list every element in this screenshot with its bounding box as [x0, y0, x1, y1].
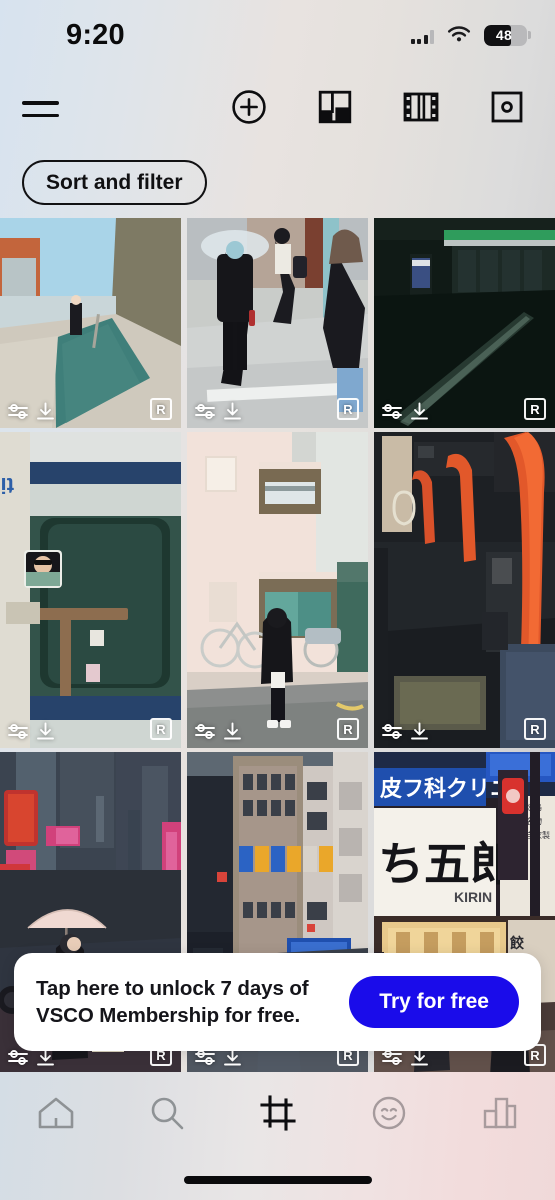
svg-text:ち五郎: ち五郎: [378, 839, 516, 890]
download-icon[interactable]: [36, 722, 55, 741]
svg-text:餃: 餃: [510, 935, 525, 951]
status-bar: 9:20 48: [0, 0, 555, 64]
grid-item[interactable]: R: [374, 218, 555, 428]
battery-percentage: 48: [495, 27, 513, 43]
raw-badge: R: [524, 718, 546, 740]
wifi-icon: [447, 26, 471, 44]
thumbnail-actions: [195, 402, 242, 421]
edit-sliders-icon[interactable]: [382, 1049, 403, 1066]
photo-thumbnail: tion: [0, 432, 181, 748]
grid-item[interactable]: R: [0, 218, 181, 428]
filter-bar: Sort and filter: [0, 160, 555, 218]
crop-frame-icon: [259, 1094, 296, 1136]
smiley-face-icon: [371, 1095, 407, 1136]
home-icon: [37, 1095, 75, 1136]
promo-line-1: Tap here to unlock 7 days of: [36, 976, 309, 1000]
camera-icon: [491, 91, 523, 128]
raw-badge: R: [337, 718, 359, 740]
photo-thumbnail: [187, 218, 368, 428]
edit-sliders-icon[interactable]: [8, 1049, 29, 1066]
search-icon: [149, 1095, 185, 1136]
thumbnail-actions: [195, 722, 242, 741]
promo-line-2: VSCO Membership for free.: [36, 1004, 301, 1027]
svg-text:皮フ科クリニ: 皮フ科クリニ: [380, 776, 512, 801]
edit-sliders-icon[interactable]: [8, 403, 29, 420]
photo-thumbnail: [374, 218, 555, 428]
grid-item[interactable]: R: [187, 218, 368, 428]
cellular-signal-icon: [410, 27, 434, 44]
thumbnail-actions: [382, 402, 429, 421]
photo-thumbnail: [0, 218, 181, 428]
status-bar-clock: 9:20: [66, 18, 125, 51]
raw-badge: R: [150, 718, 172, 740]
edit-sliders-icon[interactable]: [8, 723, 29, 740]
grid-item[interactable]: tion: [0, 432, 181, 748]
battery-icon: 48: [484, 24, 531, 46]
collage-icon: [318, 90, 352, 129]
hamburger-menu-icon[interactable]: [22, 88, 64, 130]
svg-text:KIRIN: KIRIN: [454, 889, 492, 905]
camera-button[interactable]: [488, 90, 526, 128]
tab-insights[interactable]: [465, 1088, 535, 1142]
raw-badge: R: [150, 398, 172, 420]
toolbar-actions: [230, 89, 555, 130]
download-icon[interactable]: [223, 402, 242, 421]
collage-button[interactable]: [316, 90, 354, 128]
grid-item[interactable]: R: [187, 432, 368, 748]
photo-thumbnail: [374, 432, 555, 748]
thumbnail-actions: [8, 722, 55, 741]
raw-badge: R: [524, 398, 546, 420]
bar-chart-icon: [482, 1095, 518, 1136]
edit-sliders-icon[interactable]: [382, 723, 403, 740]
edit-sliders-icon[interactable]: [195, 1049, 216, 1066]
film-strip-icon: [403, 91, 439, 128]
edit-sliders-icon[interactable]: [382, 403, 403, 420]
tab-search[interactable]: [132, 1088, 202, 1142]
download-icon[interactable]: [410, 722, 429, 741]
bottom-tab-bar: [0, 1072, 555, 1200]
top-toolbar: [0, 78, 555, 140]
grid-item[interactable]: R: [374, 432, 555, 748]
edit-sliders-icon[interactable]: [195, 403, 216, 420]
download-icon[interactable]: [36, 402, 55, 421]
status-bar-indicators: 48: [410, 24, 531, 46]
photo-thumbnail: [187, 432, 368, 748]
tab-studio[interactable]: [243, 1088, 313, 1142]
download-icon[interactable]: [223, 722, 242, 741]
raw-badge: R: [337, 398, 359, 420]
thumbnail-actions: [382, 722, 429, 741]
sort-and-filter-button[interactable]: Sort and filter: [22, 160, 207, 205]
tab-home[interactable]: [21, 1088, 91, 1142]
photo-grid: R R R ti R R R R R 皮フ科クリニ ち五郎 KIRIN 餃 R: [0, 218, 555, 1074]
plus-circle-icon: [231, 89, 267, 130]
promo-text: Tap here to unlock 7 days of VSCO Member…: [36, 975, 309, 1029]
new-button[interactable]: [230, 89, 268, 130]
vsco-studio-screen: 9:20 48 Sort and filter R R R ti R R R R…: [0, 0, 555, 1200]
home-indicator[interactable]: [183, 1176, 372, 1184]
membership-promo-banner[interactable]: Tap here to unlock 7 days of VSCO Member…: [14, 953, 541, 1051]
try-for-free-button[interactable]: Try for free: [349, 976, 519, 1028]
svg-text:tion: tion: [0, 473, 14, 498]
montage-button[interactable]: [402, 90, 440, 128]
thumbnail-actions: [8, 402, 55, 421]
tab-profile[interactable]: [354, 1088, 424, 1142]
download-icon[interactable]: [410, 402, 429, 421]
edit-sliders-icon[interactable]: [195, 723, 216, 740]
